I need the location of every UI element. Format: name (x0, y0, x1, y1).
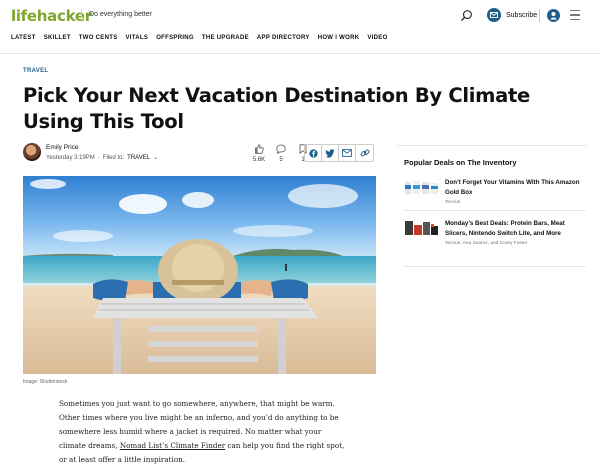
share-buttons (304, 144, 374, 162)
user-account-icon[interactable] (547, 9, 560, 22)
deal-divider (404, 210, 586, 211)
nav-item-vitals[interactable]: VITALS (126, 35, 149, 41)
logo-text-hacker: hacker (36, 7, 92, 25)
share-facebook-button[interactable] (305, 145, 322, 161)
nav-item-skillet[interactable]: SKILLET (44, 35, 71, 41)
header-divider (539, 9, 540, 22)
facebook-icon (308, 148, 318, 158)
nav-divider (0, 53, 600, 54)
author-name[interactable]: Emily Price (46, 144, 158, 151)
site-logo[interactable]: lifehacker (11, 7, 92, 25)
site-header: lifehacker Do everything better Subscrib… (0, 0, 600, 32)
search-icon[interactable] (460, 9, 473, 22)
share-twitter-button[interactable] (322, 145, 339, 161)
subscribe-label: Subscribe (506, 11, 538, 19)
hamburger-menu-icon[interactable] (570, 10, 580, 20)
image-caption: Image: Shutterstock (23, 379, 68, 385)
deal-divider (404, 266, 586, 267)
share-link-button[interactable] (356, 145, 373, 161)
chevron-down-icon[interactable]: ⌄ (153, 154, 158, 161)
sidebar-divider (397, 145, 587, 146)
deal-item[interactable]: Monday’s Best Deals: Protein Bars, Meat … (404, 219, 586, 246)
logo-divider (81, 9, 82, 22)
nav-item-latest[interactable]: LATEST (11, 35, 36, 41)
deal-thumbnail[interactable] (404, 219, 439, 239)
article-title: Pick Your Next Vacation Destination By C… (23, 84, 530, 133)
filed-to-link[interactable]: TRAVEL (127, 155, 150, 161)
nav-item-two-cents[interactable]: TWO CENTS (79, 35, 118, 41)
like-count: 5.6K (252, 157, 266, 163)
beach-photo (23, 176, 376, 374)
article-meta: Yesterday 3:19PM · Filed to: TRAVEL ⌄ (46, 154, 158, 162)
deal-item[interactable]: Don’t Forget Your Vitamins With This Ama… (404, 178, 586, 205)
deal-title[interactable]: Monday’s Best Deals: Protein Bars, Meat … (445, 219, 586, 239)
meta-separator: · (97, 154, 100, 161)
email-icon (342, 149, 352, 157)
nav-item-offspring[interactable]: OFFSPRING (156, 35, 194, 41)
like-stat[interactable]: 5.6K (252, 144, 266, 163)
subscribe-button[interactable]: Subscribe (487, 8, 537, 22)
sidebar-heading: Popular Deals on The Inventory (404, 158, 517, 167)
nav-item-the-upgrade[interactable]: THE UPGRADE (202, 35, 249, 41)
article-body-paragraph: Sometimes you just want to go somewhere,… (59, 397, 349, 465)
author-avatar[interactable] (23, 143, 41, 161)
like-icon (254, 144, 264, 154)
climate-finder-link[interactable]: Nomad List’s Climate Finder (120, 441, 225, 450)
share-email-button[interactable] (339, 145, 356, 161)
nav-item-app-directory[interactable]: APP DIRECTORY (257, 35, 310, 41)
filed-to-label: Filed to: (102, 154, 125, 161)
publish-time: Yesterday 3:19PM (46, 154, 95, 161)
comment-stat[interactable]: 5 (274, 144, 288, 163)
comment-icon (276, 144, 286, 154)
byline: Emily Price Yesterday 3:19PM · Filed to:… (23, 143, 158, 161)
mail-icon (487, 8, 501, 22)
comment-count: 5 (279, 157, 283, 163)
twitter-icon (325, 148, 335, 158)
link-icon (360, 149, 369, 157)
hero-image[interactable] (23, 176, 376, 374)
nav-item-how-i-work[interactable]: HOW I WORK (318, 35, 360, 41)
article-category[interactable]: TRAVEL (23, 68, 48, 74)
article-stats: 5.6K 5 1 (252, 144, 310, 163)
site-tagline: Do everything better (89, 11, 153, 18)
nav-item-video[interactable]: VIDEO (367, 35, 387, 41)
main-nav: LATEST SKILLET TWO CENTS VITALS OFFSPRIN… (11, 35, 396, 41)
deal-thumbnail[interactable] (404, 178, 439, 198)
deal-author: Tercius (445, 200, 461, 205)
deal-title[interactable]: Don’t Forget Your Vitamins With This Ama… (445, 178, 586, 198)
logo-text-life: life (11, 7, 37, 25)
deal-author: Tercius, Ana Suarez, and Corey Foster (445, 241, 528, 246)
